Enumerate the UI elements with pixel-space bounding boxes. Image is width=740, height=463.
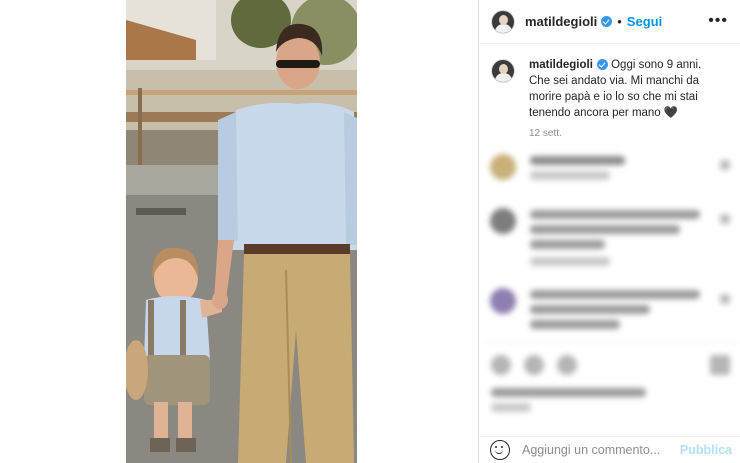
comment-composer: Pubblica: [480, 436, 740, 463]
verified-badge-icon: [596, 59, 608, 71]
verified-badge-icon: [601, 16, 613, 27]
avatar-face: [499, 14, 508, 25]
caption-username[interactable]: matildegioli: [529, 59, 593, 71]
like-comment-icon[interactable]: [720, 294, 730, 304]
post-sidebar: matildegioli • Segui ••• matildegioli Og…: [480, 0, 740, 463]
list-item[interactable]: [490, 208, 720, 272]
post-timestamp[interactable]: 12 sett.: [529, 128, 725, 139]
likes-text: [491, 388, 646, 397]
post-actions: [480, 342, 740, 388]
caption-text: matildegioli Oggi sono 9 anni. Che sei a…: [529, 57, 725, 121]
avatar[interactable]: [491, 9, 515, 34]
like-comment-icon[interactable]: [720, 160, 730, 170]
comment-meta: [530, 171, 610, 180]
media-pane: [0, 0, 479, 463]
likes-summary[interactable]: [491, 388, 651, 412]
comment-text: [530, 240, 605, 249]
avatar-figure: [495, 73, 512, 82]
photo-illustration: [126, 0, 357, 463]
list-item[interactable]: [490, 154, 700, 186]
comment-content: [530, 154, 700, 186]
publish-button[interactable]: Pubblica: [680, 443, 732, 457]
comment-text: [530, 210, 700, 219]
bookmark-icon[interactable]: [710, 355, 730, 375]
likes-meta: [491, 403, 531, 412]
caption-body: matildegioli Oggi sono 9 anni. Che sei a…: [529, 57, 725, 139]
avatar: [490, 208, 516, 234]
comment-text: [530, 320, 620, 329]
list-item[interactable]: [490, 288, 720, 335]
more-options-icon[interactable]: •••: [708, 12, 728, 30]
like-icon[interactable]: [491, 355, 511, 375]
emoji-icon[interactable]: [490, 440, 510, 460]
follow-button[interactable]: Segui: [627, 14, 662, 29]
comment-icon[interactable]: [524, 355, 544, 375]
comment-text: [530, 305, 650, 314]
post-photo[interactable]: [126, 0, 357, 463]
comment-input[interactable]: [522, 443, 672, 457]
username-link[interactable]: matildegioli: [525, 14, 597, 29]
comment-meta: [530, 257, 610, 266]
share-icon[interactable]: [557, 355, 577, 375]
comment-text: [530, 290, 700, 299]
avatar: [490, 154, 516, 180]
caption-avatar[interactable]: [491, 59, 515, 83]
comment-content: [530, 208, 720, 272]
separator-dot: •: [617, 14, 622, 29]
comment-content: [530, 288, 720, 335]
caption: matildegioli Oggi sono 9 anni. Che sei a…: [491, 57, 731, 139]
avatar-face: [499, 64, 508, 74]
avatar: [490, 288, 516, 314]
comment-text: [530, 225, 680, 234]
avatar-figure: [495, 23, 512, 33]
post-header: matildegioli • Segui •••: [480, 0, 740, 44]
comment-text: [530, 156, 625, 165]
like-comment-icon[interactable]: [720, 214, 730, 224]
